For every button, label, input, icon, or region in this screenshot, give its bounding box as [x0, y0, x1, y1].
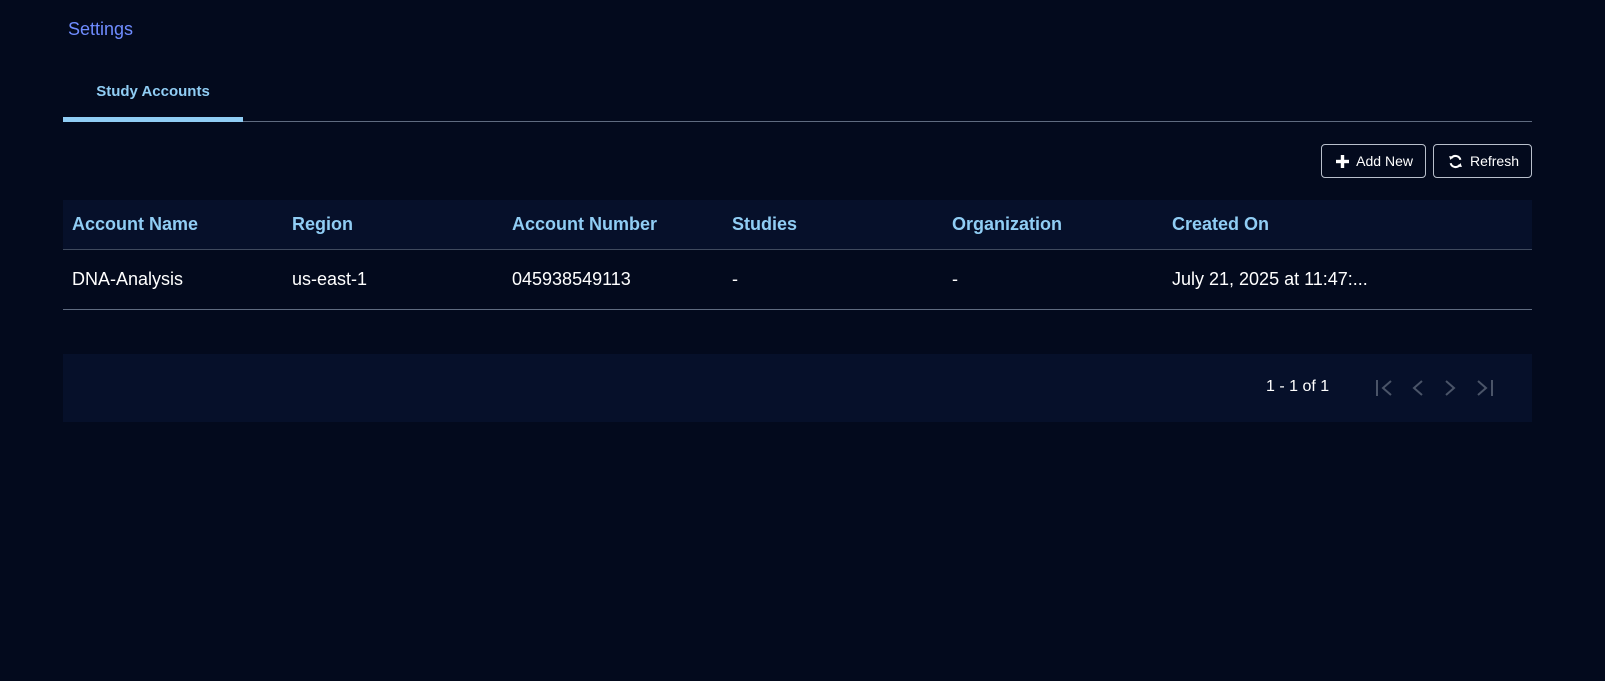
- study-accounts-table: Account Name Region Account Number Studi…: [63, 200, 1532, 310]
- cell-studies: -: [732, 269, 738, 289]
- column-header-created-on[interactable]: Created On: [1163, 214, 1383, 235]
- plus-icon: [1336, 154, 1350, 168]
- add-new-label: Add New: [1356, 153, 1413, 169]
- column-header-organization[interactable]: Organization: [943, 214, 1163, 235]
- refresh-icon: [1448, 154, 1463, 169]
- cell-created-on: July 21, 2025 at 11:47:...: [1172, 269, 1368, 289]
- cell-organization: -: [952, 269, 958, 289]
- add-new-button[interactable]: Add New: [1321, 144, 1426, 178]
- first-page-icon[interactable]: [1373, 376, 1397, 400]
- cell-region: us-east-1: [292, 269, 368, 289]
- tab-study-accounts[interactable]: Study Accounts: [63, 74, 243, 122]
- previous-page-icon[interactable]: [1406, 376, 1430, 400]
- refresh-label: Refresh: [1469, 153, 1519, 169]
- column-header-studies[interactable]: Studies: [723, 214, 943, 235]
- refresh-button[interactable]: Refresh: [1432, 144, 1532, 178]
- pagination-range: 1 - 1 of 1: [1266, 378, 1330, 395]
- column-header-region[interactable]: Region: [283, 214, 503, 235]
- breadcrumb-settings[interactable]: Settings: [68, 19, 133, 40]
- cell-account-name: DNA-Analysis: [72, 269, 184, 289]
- table-row: DNA-Analysis us-east-1 045938549113 - - …: [63, 250, 1532, 310]
- settings-page: Settings Study Accounts Add New Refresh …: [0, 0, 1605, 681]
- tab-bar: Study Accounts: [63, 74, 1532, 122]
- last-page-icon[interactable]: [1472, 376, 1496, 400]
- column-header-account-number[interactable]: Account Number: [503, 214, 723, 235]
- cell-account-number: 045938549113: [512, 269, 631, 289]
- pagination-bar: 1 - 1 of 1: [63, 354, 1532, 422]
- next-page-icon[interactable]: [1438, 376, 1462, 400]
- column-header-account-name[interactable]: Account Name: [63, 214, 283, 235]
- toolbar: Add New Refresh: [1321, 144, 1532, 178]
- table-header: Account Name Region Account Number Studi…: [63, 200, 1532, 250]
